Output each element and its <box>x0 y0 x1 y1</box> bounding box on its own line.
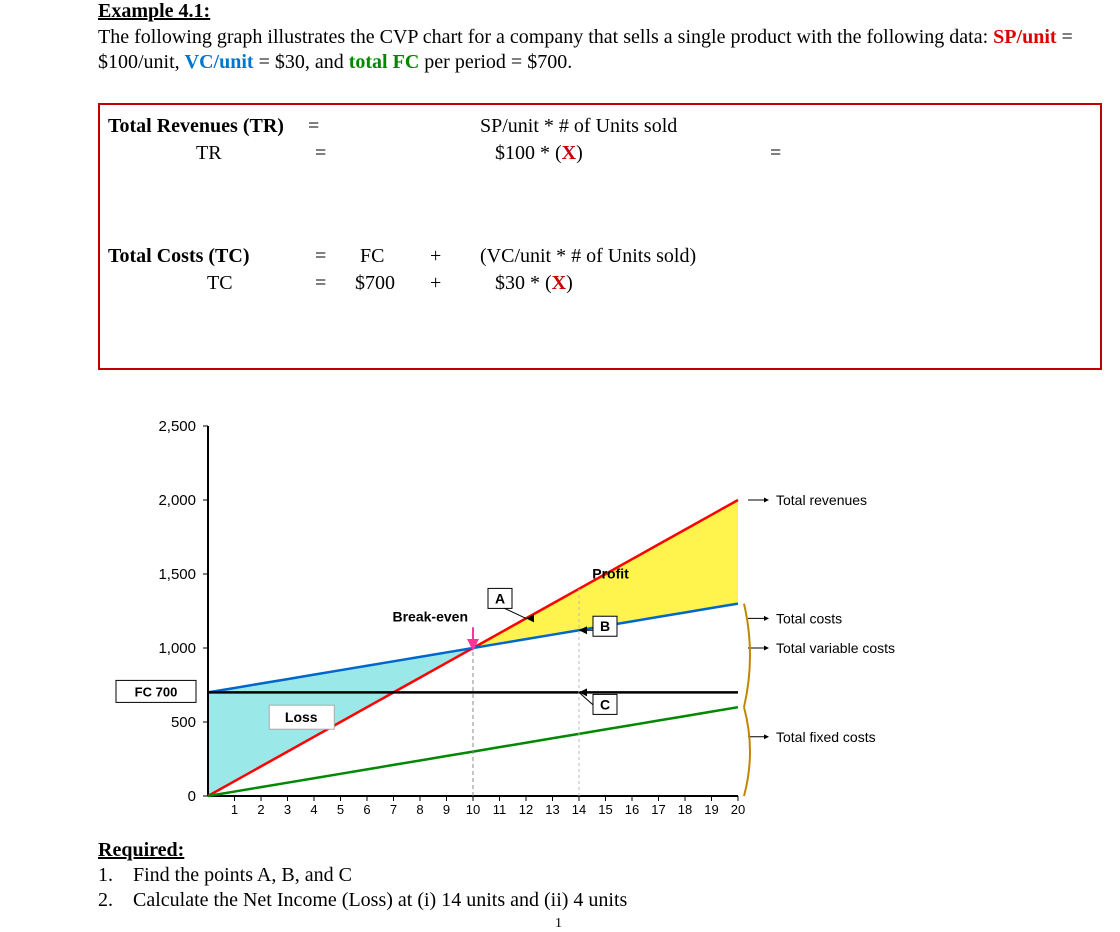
tr2-r2: ) <box>576 142 583 164</box>
tc2-left: TC <box>207 272 233 295</box>
vc-label: VC/unit <box>185 51 254 73</box>
x-tick-label: 16 <box>625 802 639 817</box>
tr1-eq: = <box>308 115 319 137</box>
required-q1: 1. Find the points A, B, and C <box>98 863 627 888</box>
x-tick-label: 4 <box>310 802 317 817</box>
fc-label: FC 700 <box>135 684 178 699</box>
tr2-left: TR <box>196 142 222 165</box>
tc2-r1: $30 * ( <box>495 272 552 294</box>
tc1-eq: = <box>315 245 326 268</box>
x-tick-label: 9 <box>443 802 450 817</box>
legend-label-2: Total variable costs <box>776 640 895 656</box>
x-tick-label: 6 <box>363 802 370 817</box>
required-heading: Required: <box>98 838 627 863</box>
x-tick-label: 18 <box>678 802 692 817</box>
y-tick-label: 500 <box>171 714 196 731</box>
cvp-chart: 05001,0001,5002,0002,5001234567891011121… <box>98 386 978 836</box>
formula-box: Total Revenues (TR) = SP/unit * # of Uni… <box>98 103 1102 370</box>
page-number: 1 <box>555 916 562 932</box>
legend-label-3: Total fixed costs <box>776 729 876 745</box>
x-tick-label: 15 <box>598 802 612 817</box>
marker-label-C: C <box>600 696 610 712</box>
y-tick-label: 0 <box>188 788 196 805</box>
tr2-x: X <box>562 142 576 164</box>
tc2-fc: $700 <box>355 272 395 295</box>
example-title: Example 4.1: <box>98 0 210 23</box>
tr2-tail: = <box>770 142 781 165</box>
break-even-label: Break-even <box>393 608 469 624</box>
tr2-right: $100 * (X) <box>495 142 583 165</box>
marker-arrowhead-C <box>579 688 587 696</box>
x-tick-label: 12 <box>519 802 533 817</box>
fc-val: per period = $700. <box>419 51 572 73</box>
x-tick-label: 14 <box>572 802 586 817</box>
tr-row1: Total Revenues (TR) = <box>108 115 319 138</box>
fc-label: total FC <box>349 51 420 73</box>
y-tick-label: 1,500 <box>158 566 196 583</box>
legend-label-1: Total costs <box>776 610 842 626</box>
x-tick-label: 3 <box>284 802 291 817</box>
intro-paragraph: The following graph illustrates the CVP … <box>98 25 1118 75</box>
tc1-fc: FC <box>360 245 384 268</box>
brace <box>744 707 750 796</box>
q1-text: Find the points A, B, and C <box>133 864 352 886</box>
tr2-r1: $100 * ( <box>495 142 562 164</box>
required-q2: 2. Calculate the Net Income (Loss) at (i… <box>98 888 627 913</box>
q2-text: Calculate the Net Income (Loss) at (i) 1… <box>133 889 627 911</box>
y-tick-label: 2,500 <box>158 418 196 435</box>
y-tick-label: 2,000 <box>158 492 196 509</box>
tc1-plus: + <box>430 245 441 268</box>
loss-label: Loss <box>285 709 318 725</box>
tc2-plus: + <box>430 272 441 295</box>
required-block: Required: 1. Find the points A, B, and C… <box>98 838 627 913</box>
tc1-left: Total Costs (TC) <box>108 245 250 267</box>
marker-label-A: A <box>495 590 505 606</box>
x-tick-label: 10 <box>466 802 480 817</box>
intro-pre: The following graph illustrates the CVP … <box>98 26 993 48</box>
tc2-right: $30 * (X) <box>495 272 573 295</box>
y-tick-label: 1,000 <box>158 640 196 657</box>
x-tick-label: 7 <box>390 802 397 817</box>
x-tick-label: 8 <box>416 802 423 817</box>
x-tick-label: 13 <box>545 802 559 817</box>
sp-label: SP/unit <box>993 26 1056 48</box>
x-tick-label: 5 <box>337 802 344 817</box>
x-tick-label: 19 <box>704 802 718 817</box>
marker-label-B: B <box>600 618 610 634</box>
brace <box>744 604 750 708</box>
tr2-eq: = <box>315 142 326 165</box>
cvp-svg: 05001,0001,5002,0002,5001234567891011121… <box>98 386 978 836</box>
tr1-right: SP/unit * # of Units sold <box>480 115 677 138</box>
tr1-left: Total Revenues (TR) <box>108 115 284 137</box>
x-tick-label: 11 <box>493 802 507 817</box>
x-tick-label: 17 <box>651 802 665 817</box>
tc1-right: (VC/unit * # of Units sold) <box>480 245 696 268</box>
x-tick-label: 20 <box>731 802 745 817</box>
tc-row1: Total Costs (TC) <box>108 245 250 268</box>
tc2-eq: = <box>315 272 326 295</box>
vc-val: = $30, and <box>254 51 349 73</box>
legend-label-0: Total revenues <box>776 492 867 508</box>
x-tick-label: 2 <box>257 802 264 817</box>
tc2-x: X <box>552 272 566 294</box>
x-tick-label: 1 <box>231 802 238 817</box>
tc2-r2: ) <box>566 272 573 294</box>
profit-label: Profit <box>592 565 629 581</box>
